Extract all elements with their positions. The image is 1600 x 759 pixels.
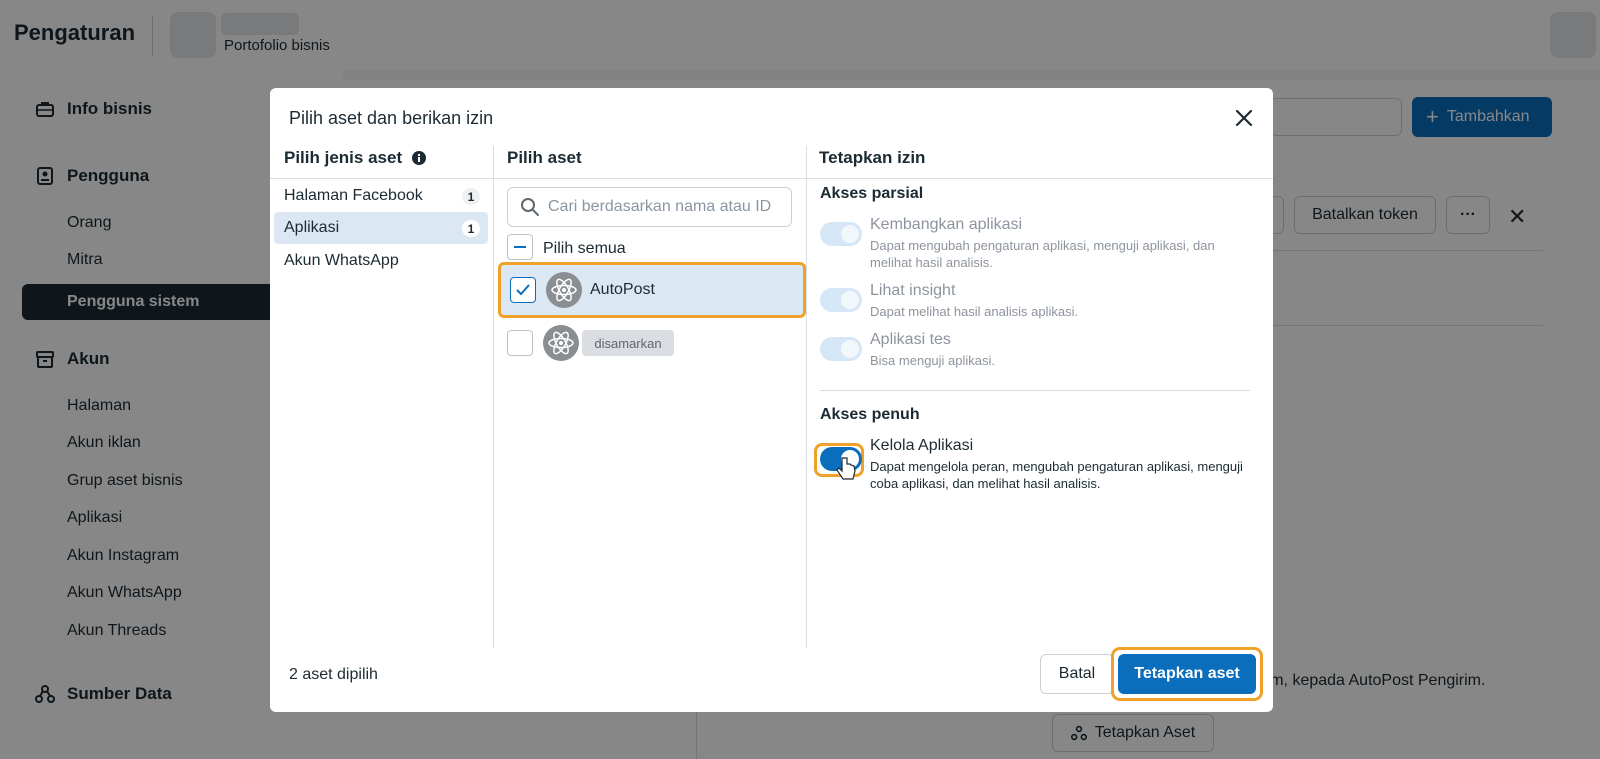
atom-icon bbox=[548, 331, 574, 355]
column-divider bbox=[806, 146, 807, 648]
permission-description: Dapat mengelola peran, mengubah pengatur… bbox=[870, 459, 1243, 491]
selected-count-text: 2 aset dipilih bbox=[289, 666, 378, 683]
count-badge: 1 bbox=[462, 220, 480, 237]
permission-test-app[interactable]: Aplikasi tes Bisa menguji aplikasi. bbox=[820, 331, 1260, 368]
toggle-switch[interactable] bbox=[820, 222, 862, 246]
permission-column-header: Tetapkan izin bbox=[819, 148, 926, 167]
search-icon bbox=[521, 198, 539, 216]
select-all-checkbox[interactable] bbox=[507, 234, 533, 260]
asset-type-halaman-facebook[interactable]: Halaman Facebook 1 bbox=[274, 180, 488, 212]
permission-title: Kembangkan aplikasi bbox=[870, 216, 1023, 233]
asset-checkbox[interactable] bbox=[510, 277, 536, 303]
permission-develop-app[interactable]: Kembangkan aplikasi Dapat mengubah penga… bbox=[820, 216, 1260, 270]
check-icon bbox=[516, 284, 530, 296]
asset-search-field[interactable] bbox=[507, 187, 792, 227]
masked-asset-name: disamarkan bbox=[582, 330, 674, 356]
select-all-label: Pilih semua bbox=[543, 240, 626, 257]
asset-type-header-label: Pilih jenis aset bbox=[284, 148, 403, 167]
permission-view-insight[interactable]: Lihat insight Dapat melihat hasil analis… bbox=[820, 282, 1260, 319]
toggle-switch[interactable] bbox=[820, 288, 862, 312]
asset-type-label: Halaman Facebook bbox=[284, 187, 423, 204]
count-badge: 1 bbox=[462, 188, 480, 205]
asset-column-header: Pilih aset bbox=[507, 148, 582, 167]
toggle-switch[interactable] bbox=[820, 337, 862, 361]
pointer-cursor-icon bbox=[836, 457, 856, 480]
assign-assets-confirm-button[interactable]: Tetapkan aset bbox=[1118, 654, 1256, 694]
asset-type-akun-whatsapp[interactable]: Akun WhatsApp bbox=[274, 245, 488, 277]
permission-title: Lihat insight bbox=[870, 282, 956, 299]
asset-name: AutoPost bbox=[590, 281, 655, 298]
atom-icon bbox=[551, 278, 577, 302]
asset-type-label: Aplikasi bbox=[284, 219, 340, 236]
header-divider bbox=[270, 178, 1273, 179]
permission-manage-app[interactable]: Kelola Aplikasi Dapat mengelola peran, m… bbox=[820, 437, 1260, 491]
toggle-knob bbox=[841, 340, 859, 358]
close-icon[interactable] bbox=[1232, 106, 1256, 130]
search-input[interactable] bbox=[548, 198, 788, 216]
asset-type-column-header: Pilih jenis aset bbox=[284, 148, 427, 168]
assign-assets-dialog: Pilih aset dan berikan izin Pilih jenis … bbox=[270, 88, 1273, 712]
permission-title: Kelola Aplikasi bbox=[870, 437, 974, 454]
permission-title: Aplikasi tes bbox=[870, 331, 951, 348]
asset-type-aplikasi[interactable]: Aplikasi 1 bbox=[274, 212, 488, 244]
dialog-title: Pilih aset dan berikan izin bbox=[289, 108, 494, 128]
partial-access-title: Akses parsial bbox=[820, 185, 924, 202]
app-icon bbox=[546, 272, 582, 308]
highlight-frame: Tetapkan aset bbox=[1111, 647, 1263, 701]
toggle-knob bbox=[841, 291, 859, 309]
cancel-button[interactable]: Batal bbox=[1040, 654, 1114, 694]
app-icon bbox=[543, 325, 579, 361]
column-divider bbox=[493, 146, 494, 648]
toggle-knob bbox=[841, 225, 859, 243]
permission-description: Bisa menguji aplikasi. bbox=[870, 353, 996, 368]
indeterminate-icon bbox=[514, 246, 526, 248]
permission-description: Dapat melihat hasil analisis aplikasi. bbox=[870, 304, 1079, 319]
asset-checkbox[interactable] bbox=[507, 330, 533, 356]
full-access-title: Akses penuh bbox=[820, 406, 920, 423]
asset-row-autopost[interactable]: AutoPost bbox=[498, 262, 806, 318]
section-divider bbox=[820, 390, 1250, 391]
permission-description: Dapat mengubah pengaturan aplikasi, meng… bbox=[870, 238, 1215, 270]
info-icon[interactable] bbox=[412, 151, 427, 165]
asset-type-label: Akun WhatsApp bbox=[284, 252, 399, 269]
